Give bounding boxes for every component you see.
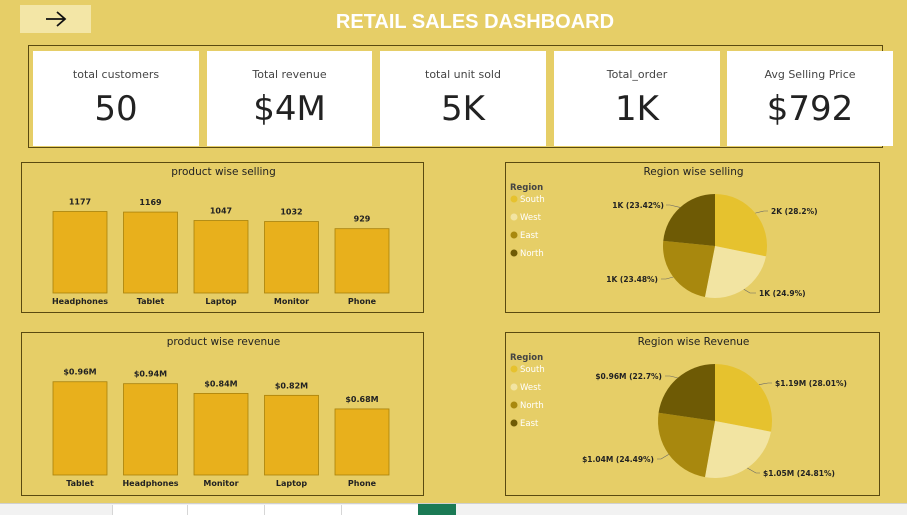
legend-swatch (510, 383, 518, 391)
leader-line (743, 289, 756, 294)
bar (123, 211, 178, 294)
bar (264, 221, 319, 294)
kpi-card-total-unit-sold: total unit sold 5K (380, 51, 546, 146)
data-label: $0.96M (63, 368, 96, 377)
slice-label: 2K (28.2%) (771, 207, 818, 216)
legend-item: North (520, 249, 544, 259)
pie-slice (658, 364, 715, 421)
kpi-card-avg-selling-price: Avg Selling Price $792 (727, 51, 893, 146)
page-title: RETAIL SALES DASHBOARD (335, 11, 615, 33)
slice-label: $1.04M (24.49%) (582, 455, 654, 464)
data-label: $0.82M (275, 381, 308, 390)
sheet-tab-bar (0, 503, 907, 515)
category-label: Tablet (66, 479, 94, 488)
leader-line (665, 375, 678, 379)
legend-swatch (510, 365, 518, 373)
legend-item: South (520, 195, 545, 205)
kpi-value: $4M (253, 89, 326, 129)
legend-swatch (510, 213, 518, 221)
data-label: 1177 (69, 198, 91, 207)
leader-line (661, 276, 674, 280)
category-label: Phone (348, 479, 377, 488)
leader-line (755, 210, 768, 214)
legend-item: East (520, 231, 539, 241)
category-label: Headphones (122, 479, 178, 488)
product-wise-selling-chart: product wise selling 1177 Headphones 1169 Ta… (21, 162, 424, 313)
region-wise-revenue-chart: Region wise Revenue Region South West North E… (505, 332, 880, 496)
chart-title: Region wise selling (643, 166, 743, 178)
legend-item: East (520, 419, 539, 429)
data-label: 929 (354, 215, 371, 224)
data-label: 1169 (139, 198, 162, 207)
legend-swatch (510, 419, 518, 427)
slice-label: $0.96M (22.7%) (595, 372, 662, 381)
legend-title: Region (510, 353, 543, 363)
kpi-label: Total_order (606, 68, 668, 81)
chart-title: product wise revenue (167, 336, 281, 348)
legend-item: West (520, 383, 542, 393)
legend-item: South (520, 365, 545, 375)
pie-slice (658, 412, 715, 478)
kpi-value: 5K (441, 89, 485, 129)
kpi-card-total-order: Total_order 1K (554, 51, 720, 146)
leader-line (657, 454, 669, 460)
bar (264, 394, 319, 476)
legend-item: West (520, 213, 542, 223)
data-label: 1032 (280, 208, 302, 217)
data-label: 1047 (210, 207, 232, 216)
category-label: Tablet (137, 297, 165, 306)
kpi-label: Total revenue (252, 68, 327, 81)
pie-slice (715, 364, 772, 432)
category-label: Monitor (203, 479, 238, 488)
chart-title: Region wise Revenue (638, 336, 750, 348)
legend-swatch (510, 249, 518, 257)
category-label: Phone (348, 297, 377, 306)
data-label: $0.94M (134, 370, 167, 379)
kpi-value: 1K (615, 89, 659, 129)
kpi-card-total-customers: total customers 50 (33, 51, 199, 146)
kpi-value: $792 (766, 89, 854, 129)
product-wise-revenue-chart: product wise revenue $0.96M Tablet $0.94M He… (21, 332, 424, 496)
legend-swatch (510, 231, 518, 239)
leader-line (747, 467, 760, 474)
bar (52, 211, 108, 294)
legend-swatch (510, 195, 518, 203)
region-wise-selling-chart: Region wise selling Region South West East No… (505, 162, 880, 313)
leader-line (758, 382, 772, 385)
bar (123, 383, 178, 476)
active-sheet-tab[interactable] (418, 504, 456, 515)
legend-item: North (520, 401, 544, 411)
pie-slice (663, 194, 715, 246)
chart-title: product wise selling (171, 166, 276, 178)
bar (193, 220, 249, 294)
legend-swatch (510, 401, 518, 409)
kpi-label: Avg Selling Price (764, 68, 856, 81)
pie-slice (715, 194, 767, 257)
kpi-card-total-revenue: Total revenue $4M (207, 51, 372, 146)
data-label: $0.68M (345, 395, 378, 404)
category-label: Headphones (52, 297, 108, 306)
bar (193, 393, 249, 476)
kpi-value: 50 (94, 89, 138, 129)
slice-label: 1K (23.48%) (606, 275, 658, 284)
slice-label: 1K (24.9%) (759, 289, 806, 298)
legend-title: Region (510, 183, 543, 193)
kpi-label: total unit sold (425, 68, 501, 81)
category-label: Laptop (205, 297, 237, 306)
data-label: $0.84M (204, 379, 237, 388)
slice-label: $1.05M (24.81%) (763, 469, 835, 478)
leader-line (666, 204, 681, 208)
kpi-label: total customers (72, 68, 160, 81)
category-label: Monitor (274, 297, 309, 306)
slice-label: $1.19M (28.01%) (775, 379, 847, 388)
bar (334, 228, 390, 294)
bar (334, 408, 390, 476)
slice-label: 1K (23.42%) (612, 201, 664, 210)
bar (52, 381, 108, 476)
category-label: Laptop (276, 479, 308, 488)
